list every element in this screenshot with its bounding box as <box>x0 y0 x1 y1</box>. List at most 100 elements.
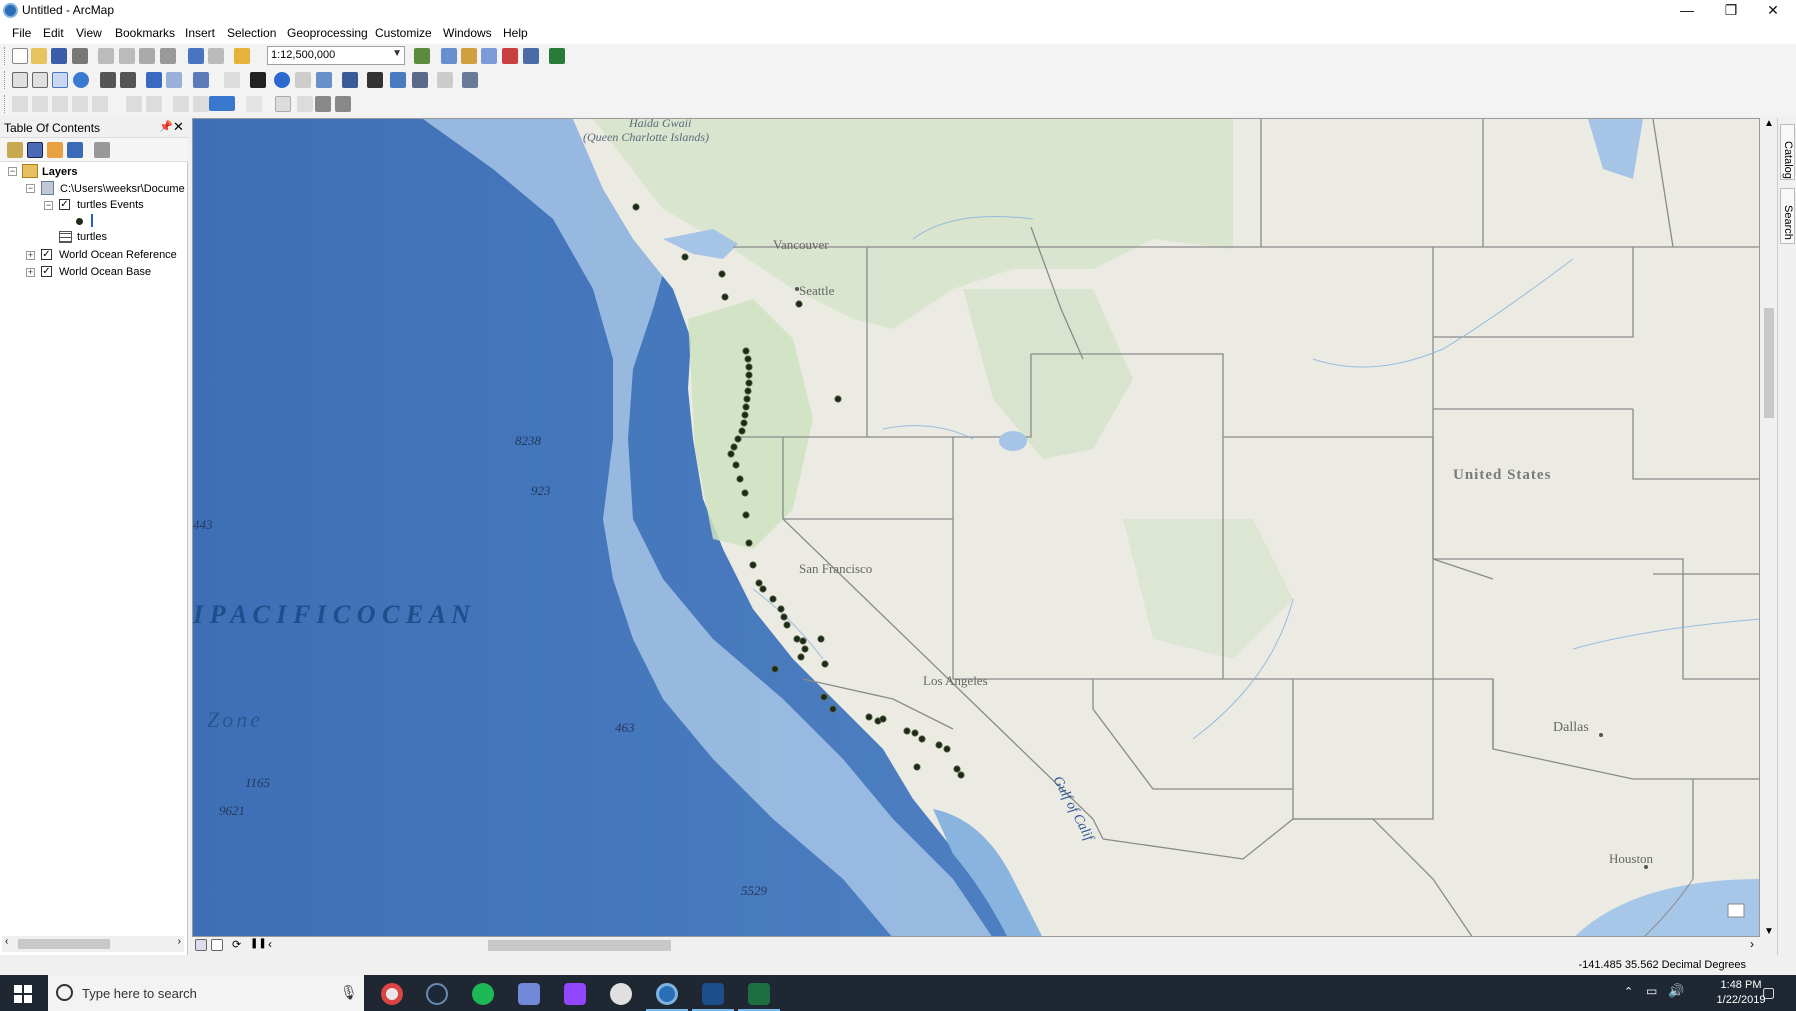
turtle-point[interactable] <box>769 595 777 603</box>
turtle-point[interactable] <box>745 363 753 371</box>
select-elements-icon[interactable] <box>250 72 266 88</box>
create-viewer-icon[interactable] <box>462 72 478 88</box>
network-icon[interactable]: ▭ <box>1646 984 1657 998</box>
zoom-in-icon[interactable] <box>12 72 28 88</box>
map-vertical-scroll-thumb[interactable] <box>1764 308 1774 418</box>
turtle-point[interactable] <box>913 763 921 771</box>
menu-customize[interactable]: Customize <box>375 26 432 40</box>
select-features-icon[interactable] <box>193 72 209 88</box>
zoom-out-icon[interactable] <box>32 72 48 88</box>
layout-view-icon[interactable] <box>211 939 223 951</box>
turtle-point[interactable] <box>734 435 742 443</box>
toc-data-source-path[interactable]: C:\Users\weeksr\Docume <box>60 181 186 197</box>
volume-icon[interactable]: 🔊 <box>1668 983 1684 999</box>
menu-view[interactable]: View <box>76 26 102 40</box>
turtles-events-collapse-toggle[interactable]: − <box>44 201 53 210</box>
menu-edit[interactable]: Edit <box>43 26 64 40</box>
turtle-point[interactable] <box>749 561 757 569</box>
ocean-base-expand-toggle[interactable]: + <box>26 268 35 277</box>
toc-layer-turtles-events[interactable]: turtles Events <box>77 197 144 213</box>
taskbar-search-box[interactable]: Type here to search 🎙 <box>48 975 364 1011</box>
toc-scroll-thumb[interactable] <box>18 939 110 949</box>
delete-icon[interactable] <box>160 48 176 64</box>
search-window-icon[interactable] <box>481 48 497 64</box>
list-by-visibility-icon[interactable] <box>47 142 63 158</box>
turtle-point[interactable] <box>742 403 750 411</box>
menu-help[interactable]: Help <box>503 26 528 40</box>
time-slider-icon[interactable] <box>437 72 453 88</box>
layout-zoom-in-icon[interactable] <box>12 96 28 112</box>
find-route-icon[interactable] <box>390 72 406 88</box>
turtle-point[interactable] <box>801 645 809 653</box>
basemap-svg[interactable]: Haida Gwaii (Queen Charlotte Islands) Va… <box>193 119 1760 937</box>
go-to-xy-icon[interactable] <box>412 72 428 88</box>
turtle-point[interactable] <box>730 443 738 451</box>
turtle-point[interactable] <box>829 705 837 713</box>
data-source-collapse-toggle[interactable]: − <box>26 184 35 193</box>
find-icon[interactable] <box>367 72 383 88</box>
menu-insert[interactable]: Insert <box>185 26 215 40</box>
toc-layer-ocean-base[interactable]: World Ocean Base <box>59 264 151 280</box>
fixed-zoom-out-layout-icon[interactable] <box>146 96 162 112</box>
catalog-window-icon[interactable] <box>461 48 477 64</box>
map-display[interactable]: Haida Gwaii (Queen Charlotte Islands) Va… <box>192 118 1760 937</box>
app-icon[interactable] <box>610 983 632 1005</box>
hyperlink-icon[interactable] <box>295 72 311 88</box>
menu-file[interactable]: File <box>12 26 31 40</box>
turtle-point[interactable] <box>780 613 788 621</box>
turtle-point[interactable] <box>744 387 752 395</box>
turtle-point[interactable] <box>741 411 749 419</box>
list-by-source-icon[interactable] <box>27 142 43 158</box>
python-window-icon[interactable] <box>523 48 539 64</box>
new-document-icon[interactable] <box>12 48 28 64</box>
focus-data-frame-icon[interactable] <box>297 96 313 112</box>
ocean-reference-checkbox[interactable]: ✓ <box>41 249 52 260</box>
map-scale-combobox[interactable]: 1:12,500,000 ▼ <box>267 46 405 65</box>
turtle-point[interactable] <box>741 489 749 497</box>
scroll-left-icon[interactable]: ‹ <box>268 937 272 951</box>
turtle-point[interactable] <box>745 371 753 379</box>
turtle-point[interactable] <box>797 653 805 661</box>
arctoolbox-icon[interactable] <box>502 48 518 64</box>
turtle-point[interactable] <box>817 635 825 643</box>
layout-pan-icon[interactable] <box>52 96 68 112</box>
turtle-point[interactable] <box>834 395 842 403</box>
chevron-down-icon[interactable]: ▼ <box>392 48 402 59</box>
paste-icon[interactable] <box>139 48 155 64</box>
menu-selection[interactable]: Selection <box>227 26 276 40</box>
restore-button[interactable]: ❐ <box>1708 0 1754 22</box>
ocean-reference-expand-toggle[interactable]: + <box>26 251 35 260</box>
fixed-zoom-icon[interactable] <box>126 96 142 112</box>
microphone-icon[interactable]: 🎙 <box>340 984 358 1001</box>
turtle-point[interactable] <box>742 347 750 355</box>
print-icon[interactable] <box>72 48 88 64</box>
turtle-point[interactable] <box>795 300 803 308</box>
turtle-point[interactable] <box>865 713 873 721</box>
catalog-tab[interactable]: Catalog <box>1780 124 1795 180</box>
turtle-point[interactable] <box>903 727 911 735</box>
zoom-whole-page-icon[interactable] <box>72 96 88 112</box>
map-overview-toggle-icon[interactable] <box>1727 903 1745 918</box>
scroll-right-icon[interactable]: › <box>1750 937 1754 951</box>
redo-icon[interactable] <box>208 48 224 64</box>
identify-icon[interactable] <box>274 72 290 88</box>
turtle-point[interactable] <box>793 635 801 643</box>
turtle-point[interactable] <box>783 621 791 629</box>
copy-icon[interactable] <box>119 48 135 64</box>
fixed-zoom-in-icon[interactable] <box>100 72 116 88</box>
turtle-point[interactable] <box>821 660 829 668</box>
turtle-point[interactable] <box>879 715 887 723</box>
layout-zoom-out-icon[interactable] <box>32 96 48 112</box>
turtle-point[interactable] <box>721 293 729 301</box>
turtle-point[interactable] <box>745 379 753 387</box>
turtle-point[interactable] <box>777 605 785 613</box>
turtle-point[interactable] <box>771 665 779 673</box>
forward-extent-icon[interactable] <box>166 72 182 88</box>
toc-horizontal-scrollbar[interactable]: ‹ › <box>2 936 184 952</box>
turtle-point[interactable] <box>738 427 746 435</box>
zoom-percent-box[interactable] <box>209 96 235 111</box>
point-symbol-icon[interactable] <box>76 218 83 225</box>
add-data-icon[interactable] <box>234 48 250 64</box>
next-extent-icon[interactable] <box>193 96 209 112</box>
chrome-icon[interactable] <box>381 983 403 1005</box>
